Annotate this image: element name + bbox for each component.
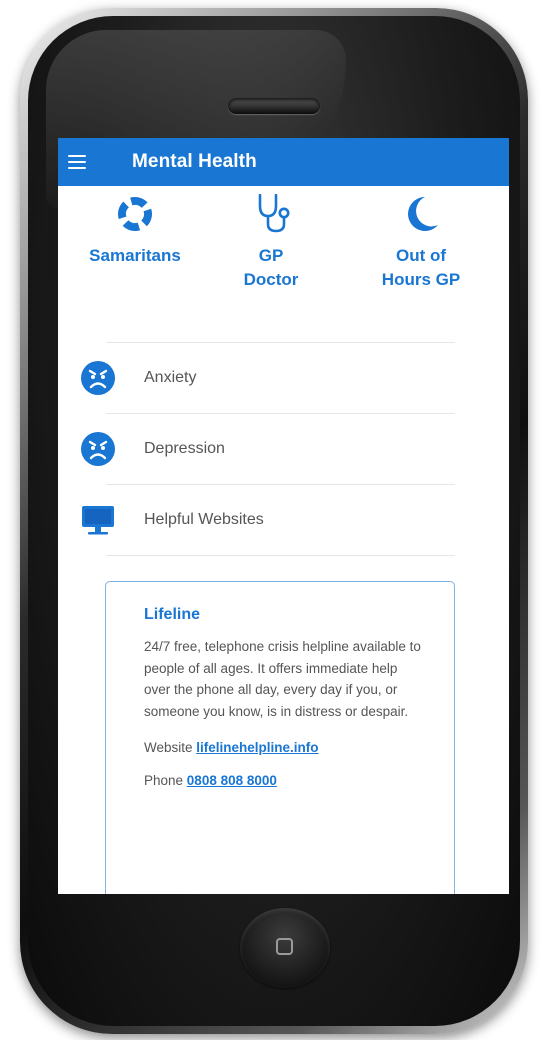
list-item-helpful-websites[interactable]: Helpful Websites <box>58 485 509 555</box>
list-item-label: Helpful Websites <box>144 511 264 528</box>
home-button[interactable] <box>240 908 330 988</box>
app-screen: Mental Health Samaritans GP Doctor Out o… <box>58 138 509 894</box>
app-bar: Mental Health <box>58 138 509 186</box>
quick-label: GP Doctor <box>243 246 299 289</box>
card-description: 24/7 free, telephone crisis helpline ava… <box>144 639 421 719</box>
sad-face-icon <box>81 432 115 466</box>
sad-face-icon <box>81 361 115 395</box>
card-phone-row: Phone 0808 808 8000 <box>144 773 436 788</box>
website-link[interactable]: lifelinehelpline.info <box>196 740 318 755</box>
card-website-row: Website lifelinehelpline.info <box>144 740 436 755</box>
phone-label: Phone <box>144 773 187 788</box>
quick-contacts: Samaritans GP Doctor Out of Hours GP <box>58 186 509 336</box>
samaritans-button[interactable]: Samaritans <box>75 186 195 268</box>
quick-label: Samaritans <box>89 246 181 265</box>
quick-label: Out of Hours GP <box>381 246 461 289</box>
hamburger-line <box>68 167 86 169</box>
list-item-label: Depression <box>144 440 225 457</box>
phone-link[interactable]: 0808 808 8000 <box>187 773 277 788</box>
stethoscope-icon <box>258 194 290 233</box>
monitor-icon <box>82 506 114 535</box>
lifeline-card: Lifeline 24/7 free, telephone crisis hel… <box>105 581 455 894</box>
page-title: Mental Health <box>132 151 257 172</box>
crescent-moon-icon <box>408 197 438 231</box>
lifebuoy-icon <box>118 197 152 231</box>
hamburger-line <box>68 155 86 157</box>
out-of-hours-gp-button[interactable]: Out of Hours GP <box>361 186 481 292</box>
hamburger-menu-button[interactable] <box>68 150 98 174</box>
gp-doctor-button[interactable]: GP Doctor <box>211 186 331 292</box>
divider <box>106 555 455 556</box>
phone-speaker <box>228 98 320 114</box>
hamburger-line <box>68 161 86 163</box>
card-title: Lifeline <box>144 606 201 623</box>
list-item-depression[interactable]: Depression <box>58 414 509 484</box>
website-label: Website <box>144 740 197 755</box>
list-item-anxiety[interactable]: Anxiety <box>58 343 509 413</box>
home-square-icon <box>276 938 293 955</box>
list-item-label: Anxiety <box>144 369 197 386</box>
